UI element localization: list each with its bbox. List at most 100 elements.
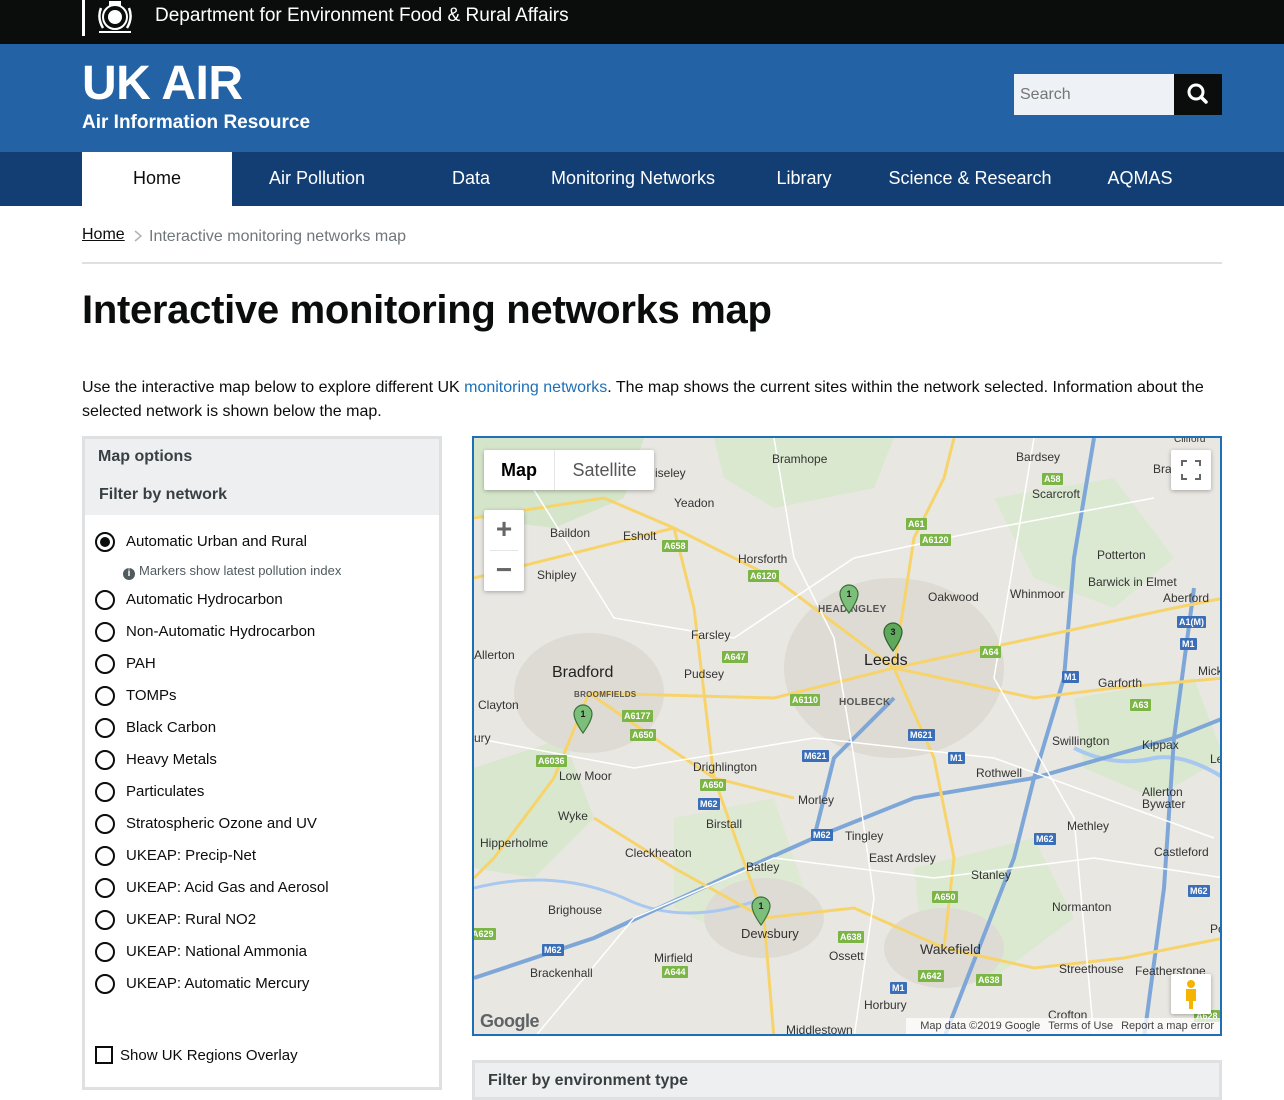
place-label: Le [1210, 752, 1220, 766]
map-type-map-button[interactable]: Map [484, 450, 554, 490]
street-view-button[interactable] [1171, 974, 1211, 1014]
radio-button[interactable] [95, 974, 115, 994]
map-type-satellite-button[interactable]: Satellite [554, 450, 654, 490]
radio-button[interactable] [95, 942, 115, 962]
site-subtitle[interactable]: Air Information Resource [82, 112, 310, 134]
radio-button[interactable] [95, 878, 115, 898]
site-logo[interactable]: UK AIR [82, 58, 243, 110]
place-label: Whinmoor [1010, 587, 1065, 601]
nav-aqmas[interactable]: AQMAS [1058, 152, 1222, 206]
place-label: Kippax [1142, 738, 1179, 752]
radio-button[interactable] [95, 814, 115, 834]
radio-button[interactable] [95, 782, 115, 802]
radio-button[interactable] [95, 686, 115, 706]
place-label: Stanley [971, 868, 1012, 882]
site-marker-headingley[interactable]: 1 [838, 584, 860, 614]
place-label: Mirfield [654, 951, 693, 965]
nav-home[interactable]: Home [82, 152, 232, 206]
fullscreen-icon [1181, 460, 1201, 480]
department-name[interactable]: Department for Environment Food & Rural … [155, 5, 569, 27]
radio-button[interactable] [95, 622, 115, 642]
place-label: Bramhope [772, 452, 828, 466]
nav-data[interactable]: Data [402, 152, 540, 206]
nav-air-pollution[interactable]: Air Pollution [232, 152, 402, 206]
road-shield: A650 [932, 891, 958, 903]
radio-button[interactable] [95, 532, 115, 552]
road-shield: A650 [700, 779, 726, 791]
place-label: Esholt [623, 529, 657, 543]
road-shield: A658 [662, 540, 688, 552]
radio-button[interactable] [95, 654, 115, 674]
road-shield: M62 [698, 798, 720, 810]
map-options-panel: Map options Filter by network Automatic … [82, 436, 442, 1090]
info-icon: i [123, 568, 135, 580]
radio-button[interactable] [95, 750, 115, 770]
report-map-error-link[interactable]: Report a map error [1121, 1020, 1214, 1032]
nav-science-research[interactable]: Science & Research [882, 152, 1058, 206]
marker-label: 1 [580, 709, 585, 719]
nav-library[interactable]: Library [726, 152, 882, 206]
radio-button[interactable] [95, 846, 115, 866]
zoom-out-button[interactable]: − [484, 551, 524, 591]
breadcrumb-divider [82, 262, 1222, 264]
breadcrumb: Home Interactive monitoring networks map [82, 226, 406, 245]
terms-of-use-link[interactable]: Terms of Use [1048, 1020, 1113, 1032]
network-option-label: Non-Automatic Hydrocarbon [126, 623, 316, 640]
place-label: Streethouse [1059, 962, 1124, 976]
road-shield: A58 [1042, 473, 1063, 485]
road-shield: M1 [890, 982, 907, 994]
interactive-map[interactable]: Bramhope Bardsey Scarcroft Yeadon Baildo… [472, 436, 1222, 1036]
marker-hint-text: Markers show latest pollution index [139, 563, 342, 578]
breadcrumb-home[interactable]: Home [82, 226, 125, 243]
google-logo: Google [480, 1011, 540, 1031]
road-shield: A629 [472, 928, 496, 940]
zoom-in-button[interactable]: + [484, 510, 524, 550]
road-shield: M621 [802, 750, 829, 762]
road-shield: M62 [1034, 833, 1056, 845]
fullscreen-button[interactable] [1171, 450, 1211, 490]
nav-monitoring-networks[interactable]: Monitoring Networks [540, 152, 726, 206]
place-label: Normanton [1052, 900, 1112, 914]
topbar-divider [82, 0, 85, 36]
network-option-label: Automatic Urban and Rural [126, 533, 307, 550]
site-marker-bradford[interactable]: 1 [572, 704, 594, 734]
place-label: Shipley [537, 568, 577, 582]
regions-overlay-checkbox[interactable] [95, 1046, 113, 1064]
place-label: Scarcroft [1032, 487, 1081, 501]
radio-button[interactable] [95, 590, 115, 610]
radio-button[interactable] [95, 718, 115, 738]
masthead: UK AIR Air Information Resource [0, 44, 1284, 152]
place-label: Brighouse [548, 903, 603, 917]
place-label: Drighlington [693, 760, 758, 774]
marker-label: 3 [890, 627, 895, 637]
site-marker-leeds[interactable]: 3 [882, 622, 904, 652]
network-option-label: Stratospheric Ozone and UV [126, 815, 317, 832]
road-shield: A638 [976, 974, 1002, 986]
place-label: Allerton Bywater [1142, 785, 1186, 811]
place-label: Hipperholme [480, 836, 549, 850]
place-label: Brackenhall [530, 966, 593, 980]
search-input[interactable] [1014, 74, 1174, 115]
site-marker-dewsbury[interactable]: 1 [750, 896, 772, 926]
network-option-label: UKEAP: Rural NO2 [126, 911, 257, 928]
place-label: Baildon [550, 526, 591, 540]
place-label: Low Moor [559, 769, 612, 783]
network-option-label: Heavy Metals [126, 751, 217, 768]
network-option-label: UKEAP: Automatic Mercury [126, 975, 310, 992]
place-label: Batley [746, 860, 780, 874]
main-nav: Home Air Pollution Data Monitoring Netwo… [0, 152, 1284, 206]
search-button[interactable] [1174, 74, 1222, 115]
road-shield: M1 [948, 752, 965, 764]
marker-label: 1 [846, 589, 851, 599]
place-label: Po [1210, 922, 1220, 936]
road-shield: A644 [662, 966, 688, 978]
place-label: Bardsey [1016, 450, 1061, 464]
place-label: Clifford [1174, 436, 1206, 445]
govt-topbar: Department for Environment Food & Rural … [0, 0, 1284, 44]
monitoring-networks-link[interactable]: monitoring networks [464, 379, 607, 396]
breadcrumb-current: Interactive monitoring networks map [149, 228, 406, 245]
place-label: ury [474, 731, 491, 745]
road-shield: A6120 [748, 570, 779, 582]
place-label: Birstall [706, 817, 743, 831]
radio-button[interactable] [95, 910, 115, 930]
